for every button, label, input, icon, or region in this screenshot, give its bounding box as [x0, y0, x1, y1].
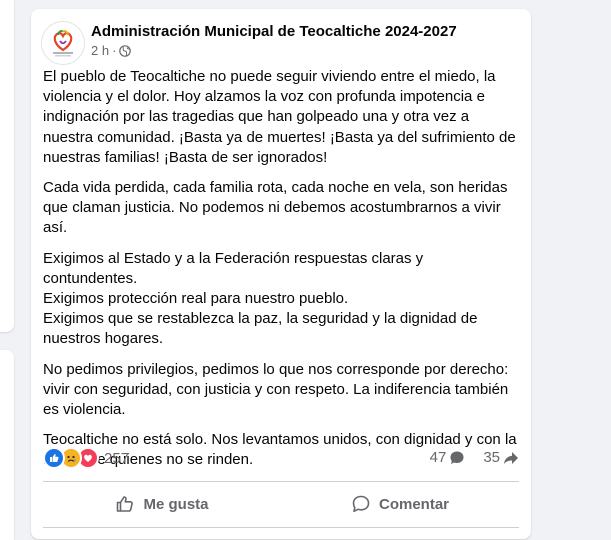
shares-count-button[interactable]: 35 [483, 449, 519, 466]
page-avatar[interactable] [41, 21, 85, 65]
like-icon [43, 447, 65, 469]
post-timestamp[interactable]: 2 h [91, 43, 109, 58]
post-paragraph: Exigimos al Estado y a la Federación res… [43, 249, 478, 348]
share-arrow-icon [504, 451, 518, 464]
post-paragraph: Cada vida perdida, cada familia rota, ca… [43, 179, 508, 237]
post-body: El pueblo de Teocaltiche no puede seguir… [43, 67, 521, 481]
shares-count: 35 [483, 449, 500, 466]
page-name-link[interactable]: Administración Municipal de Teocaltiche … [91, 23, 457, 40]
comment-bubble-icon [450, 451, 464, 464]
next-post-card-edge [0, 350, 14, 540]
post-meta: 2 h · [91, 43, 132, 58]
comment-button-label: Comentar [378, 495, 449, 513]
meta-separator: · [112, 43, 117, 58]
like-button-label: Me gusta [143, 495, 209, 513]
post-paragraph: El pueblo de Teocaltiche no puede seguir… [43, 68, 516, 166]
reactions-count: 257 [104, 449, 130, 467]
comments-count: 47 [429, 449, 447, 466]
globe-icon[interactable] [119, 44, 132, 57]
actions-divider [43, 481, 519, 482]
comments-count-button[interactable]: 47 [430, 449, 466, 466]
reactions-summary[interactable]: 257 [43, 447, 129, 469]
comment-button[interactable]: Comentar [281, 486, 519, 522]
previous-post-card-edge [0, 0, 14, 332]
post-paragraph: No pedimos privilegios, pedimos lo que n… [43, 360, 509, 419]
post-actions-bar: Me gusta Comentar [43, 486, 519, 522]
like-button[interactable]: Me gusta [43, 486, 281, 522]
post-card: Administración Municipal de Teocaltiche … [31, 9, 531, 539]
comment-icon [352, 495, 370, 513]
engagement-counts: 47 35 [418, 449, 519, 466]
thumbs-up-icon [117, 496, 134, 512]
municipal-logo-icon [42, 22, 84, 64]
